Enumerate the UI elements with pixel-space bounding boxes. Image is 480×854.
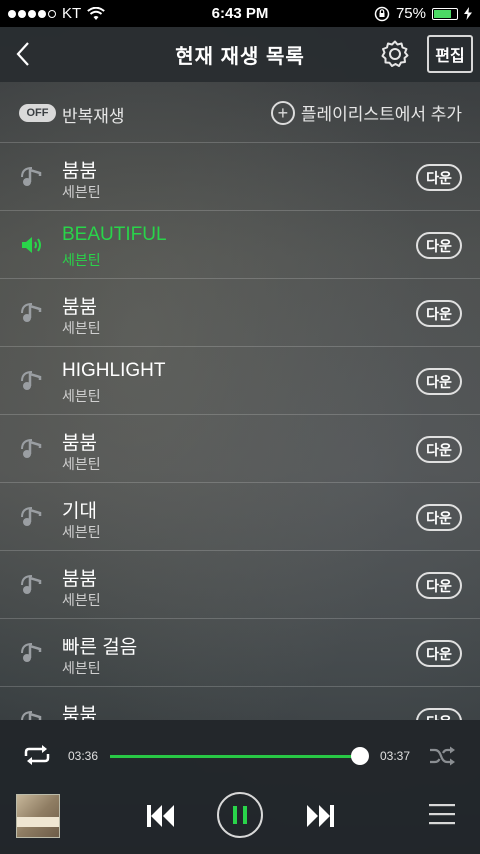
song-row[interactable]: 붐붐 다운 (0, 686, 480, 720)
song-row[interactable]: 붐붐세븐틴 다운 (0, 414, 480, 482)
add-from-playlist-label: 플레이리스트에서 추가 (300, 105, 462, 124)
song-artist: 세븐틴 (62, 660, 101, 676)
song-title: 붐붐 (62, 705, 97, 720)
song-row[interactable]: 기대세븐틴 다운 (0, 482, 480, 550)
battery-icon (432, 7, 458, 20)
song-artist: 세븐틴 (62, 388, 101, 404)
song-title: 붐붐 (62, 569, 97, 590)
edit-button[interactable]: 편집 (427, 35, 473, 73)
plus-circle-icon: + (270, 100, 295, 125)
music-note-icon (21, 575, 42, 594)
music-note-icon (21, 167, 42, 186)
speaker-icon (22, 237, 41, 253)
current-time: 03:36 (68, 749, 99, 763)
back-chevron-icon[interactable] (12, 39, 36, 69)
download-button[interactable]: 다운 (416, 164, 462, 191)
pause-icon (233, 806, 247, 824)
song-title: BEAUTIFUL (62, 224, 167, 245)
shuffle-icon[interactable] (428, 745, 456, 767)
download-button[interactable]: 다운 (416, 300, 462, 327)
song-artist: 세븐틴 (62, 592, 101, 608)
download-button[interactable]: 다운 (416, 708, 462, 720)
music-note-icon (21, 643, 42, 662)
battery-status: 75% (374, 5, 472, 22)
album-art-thumbnail[interactable] (16, 794, 60, 838)
repeat-label[interactable]: 반복재생 (62, 102, 125, 127)
music-note-icon (21, 371, 42, 390)
song-artist: 세븐틴 (62, 184, 101, 200)
status-bar: KT 6:43 PM 75% (0, 0, 480, 27)
song-artist: 세븐틴 (62, 456, 101, 472)
song-title: 붐붐 (62, 297, 97, 318)
song-artist: 세븐틴 (62, 524, 101, 540)
skip-previous-icon[interactable] (146, 803, 176, 829)
download-button[interactable]: 다운 (416, 572, 462, 599)
song-row[interactable]: 붐붐세븐틴 다운 (0, 278, 480, 346)
download-button[interactable]: 다운 (416, 640, 462, 667)
download-button[interactable]: 다운 (416, 368, 462, 395)
song-row[interactable]: 빠른 걸음세븐틴 다운 (0, 618, 480, 686)
music-note-icon (21, 507, 42, 526)
charging-bolt-icon (464, 7, 472, 20)
music-note-icon (21, 439, 42, 458)
progress-fill (110, 755, 360, 758)
music-note-icon (21, 711, 42, 720)
add-from-playlist-button[interactable]: + 플레이리스트에서 추가 (270, 100, 462, 125)
song-row[interactable]: 붐붐세븐틴 다운 (0, 142, 480, 210)
gear-icon[interactable] (380, 39, 410, 69)
song-list[interactable]: 붐붐 세븐틴 다운 BEAUTIFUL 세븐틴 다운 붐붐 세븐틴 다운 HIGHLIGHT… (0, 142, 480, 720)
download-button[interactable]: 다운 (416, 436, 462, 463)
music-note-icon (21, 303, 42, 322)
repeat-icon[interactable] (22, 744, 52, 766)
song-title: HIGHLIGHT (62, 360, 166, 381)
song-row[interactable]: HIGHLIGHT 세븐틴 다운 (0, 346, 480, 414)
song-title: 빠른 걸음 (62, 637, 138, 658)
total-time: 03:37 (380, 749, 411, 763)
player-bar: 03:36 03:37 (0, 720, 480, 854)
orientation-lock-icon (374, 6, 390, 21)
song-row[interactable]: BEAUTIFUL 세븐틴 다운 (0, 210, 480, 278)
download-button[interactable]: 다운 (416, 232, 462, 259)
page-title: 현재 재생 목록 (175, 46, 305, 68)
repeat-toggle[interactable]: OFF (19, 104, 56, 122)
menu-icon[interactable] (428, 802, 456, 826)
download-button[interactable]: 다운 (416, 504, 462, 531)
song-row[interactable]: 붐붐세븐틴 다운 (0, 550, 480, 618)
progress-slider[interactable] (110, 747, 369, 765)
progress-knob[interactable] (350, 747, 369, 765)
battery-percent: 75% (395, 5, 426, 22)
pause-button[interactable] (217, 792, 263, 838)
options-bar: OFF 반복재생 + 플레이리스트에서 추가 (0, 82, 480, 142)
song-artist: 세븐틴 (62, 252, 101, 268)
song-artist: 세븐틴 (62, 320, 101, 336)
song-title: 붐붐 (62, 433, 97, 454)
header-bar: 현재 재생 목록 편집 (0, 27, 480, 82)
song-title: 기대 (62, 501, 97, 522)
skip-next-icon[interactable] (305, 803, 335, 829)
song-title: 붐붐 (62, 161, 97, 182)
